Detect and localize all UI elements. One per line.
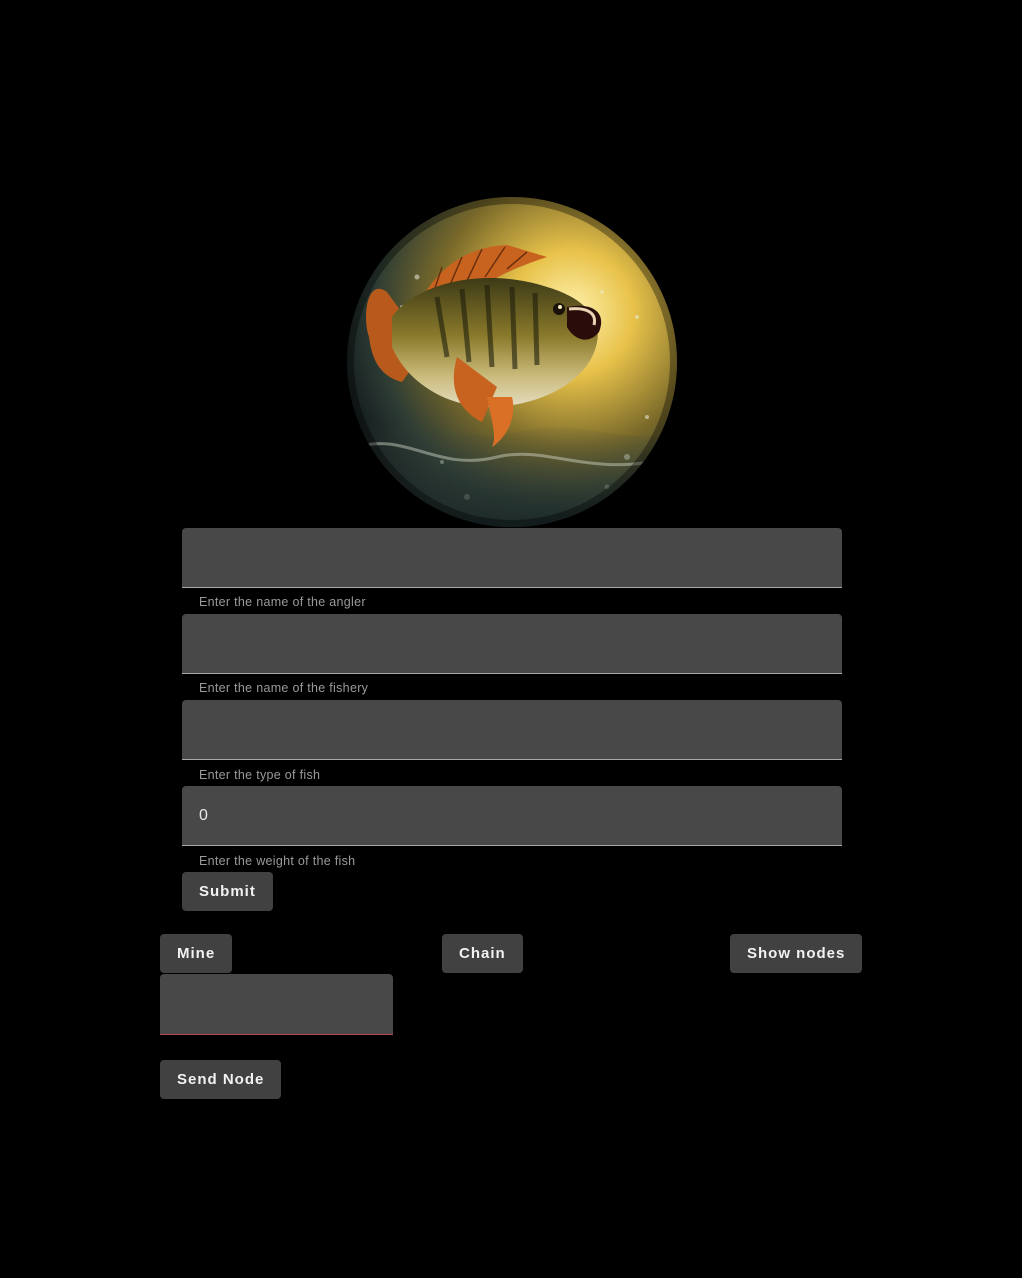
fish-type-field[interactable] <box>182 700 842 760</box>
chain-button[interactable]: Chain <box>442 934 523 973</box>
fish-weight-field[interactable] <box>182 786 842 846</box>
page: Enter the name of the angler Enter the n… <box>0 0 1022 1278</box>
fish-weight-input[interactable] <box>182 786 842 845</box>
fish-weight-helper: Enter the weight of the fish <box>199 854 356 868</box>
send-node-button[interactable]: Send Node <box>160 1060 282 1099</box>
angler-name-field[interactable] <box>182 528 842 588</box>
node-address-field[interactable] <box>160 974 393 1035</box>
show-nodes-button[interactable]: Show nodes <box>730 934 863 973</box>
fish-type-input[interactable] <box>182 700 842 759</box>
angler-name-input[interactable] <box>182 528 842 587</box>
submit-button[interactable]: Submit <box>182 872 273 911</box>
angler-name-helper: Enter the name of the angler <box>199 595 366 609</box>
mine-button[interactable]: Mine <box>160 934 233 973</box>
fishery-name-input[interactable] <box>182 614 842 673</box>
fishery-name-field[interactable] <box>182 614 842 674</box>
leaping-bass-fish-icon <box>347 197 677 527</box>
fish-type-helper: Enter the type of fish <box>199 768 321 782</box>
fish-logo-image <box>347 197 677 527</box>
node-address-input[interactable] <box>160 974 393 1034</box>
fishery-name-helper: Enter the name of the fishery <box>199 681 369 695</box>
